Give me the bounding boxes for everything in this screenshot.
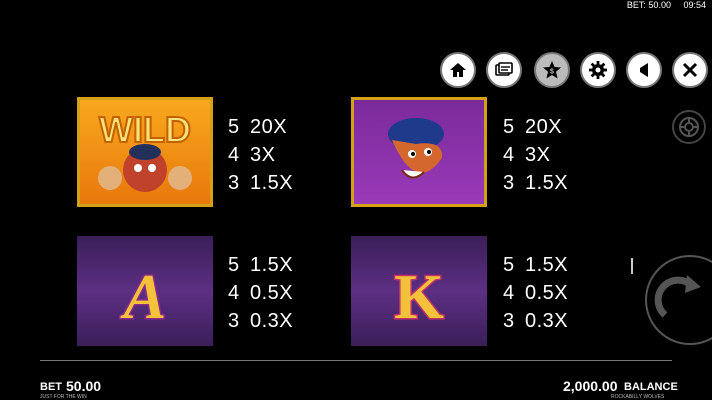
pay-mult: 20X <box>525 116 563 138</box>
footer-right-caption: ROCKABILLY WOLVES <box>611 394 665 400</box>
info-button[interactable]: $ <box>534 52 570 88</box>
wolf-paytable: 5 20X 4 3X 3 1.5X <box>503 113 568 197</box>
svg-text:K: K <box>394 261 444 332</box>
pay-row: 4 3X <box>503 141 568 169</box>
balance-label: BALANCE <box>624 381 678 393</box>
pay-row: 3 0.3X <box>503 307 568 335</box>
home-icon <box>450 63 466 77</box>
home-button[interactable] <box>440 52 476 88</box>
status-bet: BET: 50.00 <box>626 0 671 10</box>
spin-button[interactable] <box>645 255 712 345</box>
symbol-k-tile: K <box>351 236 487 346</box>
pay-row: 4 0.5X <box>503 279 568 307</box>
pay-count: 4 <box>228 144 240 166</box>
close-button[interactable] <box>672 52 708 88</box>
bet-chip-button[interactable] <box>672 110 706 144</box>
pay-mult: 20X <box>250 116 288 138</box>
pay-count: 3 <box>503 310 515 332</box>
paytable-icon <box>495 62 513 76</box>
symbol-wolf-tile <box>351 97 487 207</box>
paytable-button[interactable] <box>486 52 522 88</box>
settings-button[interactable] <box>580 52 616 88</box>
pay-row: 5 20X <box>228 113 293 141</box>
pay-count: 5 <box>503 116 515 138</box>
pay-mult: 1.5X <box>250 172 294 194</box>
status-bar: BET: 50.00 09:54 <box>617 0 706 10</box>
pay-count: 3 <box>228 310 240 332</box>
pay-row: 5 1.5X <box>503 251 568 279</box>
pay-mult: 1.5X <box>525 172 569 194</box>
chip-icon <box>679 117 699 137</box>
sound-button[interactable] <box>626 52 662 88</box>
symbol-wild-tile: WILD <box>77 97 213 207</box>
bet-value: 50.00 <box>66 378 102 394</box>
pay-row: 3 0.3X <box>228 307 293 335</box>
letter-a-symbol-icon: A <box>118 260 168 334</box>
pay-count: 5 <box>228 254 240 276</box>
pay-row: 3 1.5X <box>228 169 293 197</box>
wild-symbol-icon: WILD <box>98 108 192 192</box>
wolf-symbol-icon <box>388 118 444 179</box>
symbol-a-tile: A <box>77 236 213 346</box>
info-star-icon: $ <box>543 61 561 79</box>
pay-mult: 3X <box>525 144 551 166</box>
scroll-indicator <box>631 258 633 274</box>
bet-label: BET <box>40 381 62 393</box>
pay-mult: 1.5X <box>250 254 294 276</box>
svg-text:WILD: WILD <box>99 109 191 150</box>
pay-row: 3 1.5X <box>503 169 568 197</box>
pay-mult: 0.5X <box>250 282 294 304</box>
a-paytable: 5 1.5X 4 0.5X 3 0.3X <box>228 251 293 335</box>
status-time: 09:54 <box>683 0 706 10</box>
footer-divider <box>40 360 672 361</box>
pay-row: 5 20X <box>503 113 568 141</box>
pay-count: 3 <box>228 172 240 194</box>
svg-text:$: $ <box>550 69 554 76</box>
pay-count: 3 <box>503 172 515 194</box>
svg-text:A: A <box>120 261 167 332</box>
pay-mult: 1.5X <box>525 254 569 276</box>
pay-row: 4 3X <box>228 141 293 169</box>
gear-icon <box>589 61 607 79</box>
pay-count: 5 <box>503 254 515 276</box>
pay-count: 4 <box>228 282 240 304</box>
sound-icon <box>640 63 648 77</box>
pay-mult: 0.5X <box>525 282 569 304</box>
balance-value: 2,000.00 <box>563 378 618 394</box>
footer-left-caption: JUST FOR THE WIN <box>40 394 87 400</box>
letter-k-symbol-icon: K <box>393 260 446 334</box>
pay-count: 5 <box>228 116 240 138</box>
spin-arrow-icon <box>654 275 701 318</box>
close-icon <box>682 62 698 78</box>
pay-mult: 3X <box>250 144 276 166</box>
pay-mult: 0.3X <box>525 310 569 332</box>
pay-row: 5 1.5X <box>228 251 293 279</box>
pay-count: 4 <box>503 282 515 304</box>
pay-count: 4 <box>503 144 515 166</box>
wild-paytable: 5 20X 4 3X 3 1.5X <box>228 113 293 197</box>
k-paytable: 5 1.5X 4 0.5X 3 0.3X <box>503 251 568 335</box>
pay-mult: 0.3X <box>250 310 294 332</box>
pay-row: 4 0.5X <box>228 279 293 307</box>
